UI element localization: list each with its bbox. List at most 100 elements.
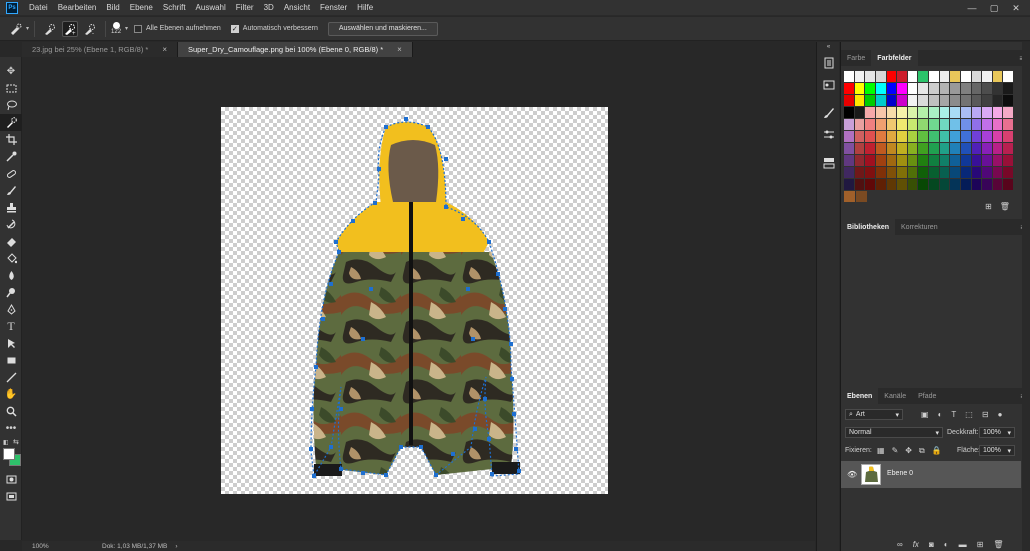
color-swatch[interactable] [982,107,992,118]
color-swatch[interactable] [1003,167,1013,178]
color-swatch[interactable] [971,95,982,106]
color-swatch[interactable] [844,95,854,106]
color-swatch[interactable] [960,167,971,178]
color-swatch[interactable] [971,83,982,94]
color-swatch[interactable] [854,167,865,178]
color-swatch[interactable] [886,179,897,190]
color-swatch[interactable] [875,95,886,106]
tab-kanaele[interactable]: Kanäle [878,388,912,404]
color-swatch[interactable] [854,119,865,130]
color-swatch[interactable] [875,83,886,94]
color-swatch[interactable] [929,167,939,178]
foreground-color-swatch[interactable] [3,448,15,460]
color-swatch[interactable] [950,131,960,142]
menu-datei[interactable]: Datei [24,0,53,16]
color-swatch[interactable] [844,107,854,118]
color-swatch[interactable] [918,83,928,94]
close-tab-icon[interactable]: × [162,45,167,54]
menu-hilfe[interactable]: Hilfe [352,0,378,16]
color-swatch[interactable] [950,71,960,82]
color-swatch[interactable] [918,107,928,118]
new-layer-icon[interactable]: ⊞ [977,540,984,549]
color-swatch[interactable] [918,71,928,82]
color-swatch[interactable] [950,143,960,154]
color-swatch[interactable] [929,95,939,106]
color-swatch[interactable] [960,83,971,94]
more-tools-icon[interactable]: ••• [0,420,22,437]
color-swatch[interactable] [844,179,854,190]
color-swatch[interactable] [992,83,1003,94]
color-swatch[interactable] [844,83,854,94]
lock-all-icon[interactable]: 🔒 [932,446,942,456]
color-swatch[interactable] [971,107,982,118]
color-swatch[interactable] [1003,179,1013,190]
dodge-tool-icon[interactable] [0,284,22,301]
color-swatch[interactable] [865,71,875,82]
color-swatch[interactable] [960,71,971,82]
color-swatch[interactable] [907,179,918,190]
color-swatch[interactable] [918,95,928,106]
color-swatch[interactable] [844,119,854,130]
color-swatch[interactable] [854,83,865,94]
color-swatch[interactable] [897,155,907,166]
adjustments-panel-icon[interactable] [817,124,840,146]
link-icon[interactable]: ∞ [897,540,903,549]
color-swatch[interactable] [844,71,854,82]
chevron-down-icon[interactable]: ▾ [125,25,128,32]
layer-row[interactable]: 👁 Ebene 0 [841,461,1021,488]
line-tool-icon[interactable] [0,369,22,386]
color-swatch[interactable] [992,179,1003,190]
color-swatch[interactable] [907,167,918,178]
select-and-mask-button[interactable]: Auswählen und maskieren... [327,21,438,36]
color-swatch[interactable] [971,143,982,154]
color-swatch[interactable] [918,119,928,130]
move-tool-icon[interactable]: ✥ [0,63,22,80]
lock-position-icon[interactable]: ✥ [905,446,912,456]
color-swatch[interactable] [950,107,960,118]
color-swatch[interactable] [844,167,854,178]
color-swatch[interactable] [865,83,875,94]
color-swatch[interactable] [939,95,950,106]
color-swatch[interactable] [982,143,992,154]
crop-tool-icon[interactable] [0,131,22,148]
swap-colors-icon[interactable]: ⇆ [13,438,19,446]
color-swatch[interactable] [897,107,907,118]
color-swatch[interactable] [950,167,960,178]
color-swatch[interactable] [950,83,960,94]
lock-artboard-icon[interactable]: ⧉ [919,446,925,456]
color-swatch[interactable] [918,167,928,178]
tool-preset-quick-select-icon[interactable] [8,21,24,37]
quick-mask-icon[interactable] [0,471,22,488]
color-swatch[interactable] [886,155,897,166]
tab-document-2[interactable]: Super_Dry_Camouflage.png bei 100% (Ebene… [178,42,413,57]
color-swatch[interactable] [939,155,950,166]
color-swatch[interactable] [907,143,918,154]
color-swatch[interactable] [971,179,982,190]
color-swatch[interactable] [982,95,992,106]
color-swatch[interactable] [960,107,971,118]
color-swatch[interactable] [1003,95,1013,106]
color-swatch[interactable] [865,131,875,142]
collapse-arrows-icon[interactable]: « [817,42,840,52]
opacity-field[interactable]: 100% ▾ [979,427,1015,438]
color-swatch[interactable] [907,107,918,118]
menu-fenster[interactable]: Fenster [315,0,352,16]
color-swatch[interactable] [856,191,867,202]
color-swatch[interactable] [907,71,918,82]
color-swatch[interactable] [897,131,907,142]
color-swatch[interactable] [886,131,897,142]
filter-type-icon[interactable]: T [951,410,956,419]
auto-enhance-option[interactable]: ✓ Automatisch verbessern [230,24,318,33]
color-swatch[interactable] [971,71,982,82]
color-swatch[interactable] [992,155,1003,166]
color-swatch[interactable] [929,83,939,94]
color-swatch[interactable] [844,191,855,202]
color-swatch[interactable] [875,143,886,154]
tab-korrekturen[interactable]: Korrekturen [895,219,944,235]
color-swatch[interactable] [939,119,950,130]
lock-pixels-icon[interactable]: ✎ [892,446,899,456]
panel-scrollbar[interactable] [1022,42,1030,551]
color-swatch[interactable] [897,167,907,178]
color-swatch[interactable] [886,119,897,130]
color-swatch[interactable] [865,107,875,118]
